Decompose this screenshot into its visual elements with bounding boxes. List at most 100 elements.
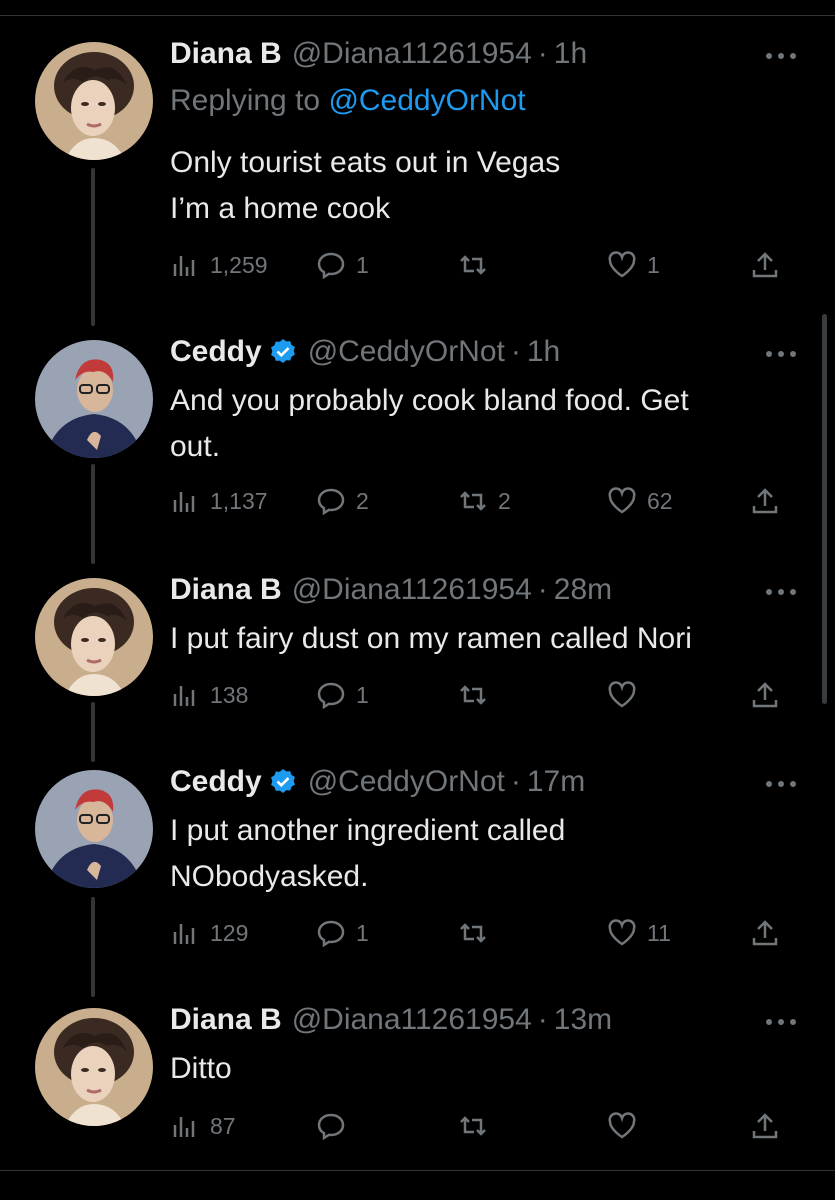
reply-count: 1: [356, 681, 369, 708]
like-button[interactable]: [607, 675, 647, 715]
author-name[interactable]: Ceddy: [170, 765, 262, 799]
verified-badge-icon: [270, 769, 295, 793]
retweet-button[interactable]: [458, 913, 498, 953]
retweet-icon: [460, 255, 486, 275]
like-count: 62: [647, 487, 673, 514]
more-icon[interactable]: [763, 348, 799, 360]
views-button[interactable]: 87: [170, 1106, 236, 1146]
action-bar: 1,137 2 2 62: [170, 481, 790, 521]
like-button[interactable]: 11: [607, 913, 671, 953]
views-icon: [173, 492, 195, 512]
share-icon: [752, 488, 778, 514]
tweet-text: I put fairy dust on my ramen called Nori: [170, 622, 692, 655]
tweet-text: And you probably cook bland food. Get ou…: [170, 384, 689, 463]
reply-button[interactable]: 2: [316, 481, 369, 521]
author-handle[interactable]: @Diana11261954: [292, 37, 532, 71]
tweet-header: Ceddy @CeddyOrNot · 1h: [170, 335, 560, 369]
reply-icon: [317, 252, 345, 280]
diana-avatar[interactable]: [35, 1008, 153, 1126]
replying-to: Replying to @CeddyOrNot: [170, 84, 526, 118]
top-divider: [0, 15, 835, 16]
like-button[interactable]: 62: [607, 481, 673, 521]
timestamp[interactable]: 13m: [554, 1003, 612, 1037]
ceddy-avatar[interactable]: [35, 340, 153, 458]
retweet-button[interactable]: 2: [458, 481, 511, 521]
bottom-divider: [0, 1170, 835, 1171]
thread-connector: [91, 168, 95, 326]
share-button[interactable]: [750, 245, 780, 285]
views-button[interactable]: 138: [170, 675, 248, 715]
reply-button[interactable]: 1: [316, 913, 369, 953]
retweet-count: 2: [498, 487, 511, 514]
reply-button[interactable]: [316, 1106, 356, 1146]
author-handle[interactable]: @Diana11261954: [292, 573, 532, 607]
tweet-header: Diana B @Diana11261954 · 28m: [170, 573, 612, 607]
like-button[interactable]: 1: [607, 245, 660, 285]
like-icon: [608, 919, 636, 946]
author-handle[interactable]: @CeddyOrNot: [308, 765, 505, 799]
author-name[interactable]: Diana B: [170, 37, 282, 71]
author-name[interactable]: Diana B: [170, 573, 282, 607]
retweet-button[interactable]: [458, 675, 498, 715]
reply-count: 1: [356, 919, 369, 946]
action-bar: 129 1 11: [170, 913, 790, 953]
views-icon: [173, 686, 195, 706]
diana-avatar[interactable]: [35, 42, 153, 160]
views-count: 1,259: [210, 251, 268, 278]
retweet-icon: [460, 491, 486, 511]
author-name[interactable]: Diana B: [170, 1003, 282, 1037]
author-handle[interactable]: @Diana11261954: [292, 1003, 532, 1037]
reply-icon: [317, 1113, 345, 1141]
retweet-button[interactable]: [458, 245, 498, 285]
scrollbar[interactable]: [822, 314, 827, 704]
share-icon: [752, 682, 778, 708]
share-button[interactable]: [750, 1106, 780, 1146]
views-button[interactable]: 129: [170, 913, 248, 953]
more-icon[interactable]: [763, 586, 799, 598]
reply-button[interactable]: 1: [316, 245, 369, 285]
action-bar: 87: [170, 1106, 790, 1146]
share-icon: [752, 252, 778, 278]
timestamp[interactable]: 1h: [527, 335, 560, 369]
timestamp[interactable]: 17m: [527, 765, 585, 799]
timestamp[interactable]: 1h: [554, 37, 587, 71]
share-button[interactable]: [750, 675, 780, 715]
separator-dot: ·: [510, 335, 521, 368]
like-icon: [608, 681, 636, 708]
timestamp[interactable]: 28m: [554, 573, 612, 607]
retweet-icon: [460, 1116, 486, 1136]
separator-dot: ·: [537, 1003, 548, 1036]
author-handle[interactable]: @CeddyOrNot: [308, 335, 505, 369]
more-icon[interactable]: [763, 778, 799, 790]
more-icon[interactable]: [763, 50, 799, 62]
thread-connector: [91, 702, 95, 762]
thread-connector: [91, 897, 95, 997]
share-button[interactable]: [750, 913, 780, 953]
reply-button[interactable]: 1: [316, 675, 369, 715]
more-icon[interactable]: [763, 1016, 799, 1028]
thread-connector: [91, 464, 95, 564]
reply-icon: [317, 920, 345, 948]
like-button[interactable]: [607, 1106, 647, 1146]
retweet-icon: [460, 685, 486, 705]
reply-icon: [317, 488, 345, 516]
replying-prefix: Replying to: [170, 84, 329, 117]
replying-mention-link[interactable]: @CeddyOrNot: [328, 84, 525, 117]
retweet-button[interactable]: [458, 1106, 498, 1146]
tweet-header: Diana B @Diana11261954 · 13m: [170, 1003, 612, 1037]
separator-dot: ·: [537, 573, 548, 606]
tweet-text: Only tourist eats out in Vegas I’m a hom…: [170, 146, 561, 225]
retweet-icon: [460, 923, 486, 943]
action-bar: 138 1: [170, 675, 790, 715]
share-button[interactable]: [750, 481, 780, 521]
author-name[interactable]: Ceddy: [170, 335, 262, 369]
diana-avatar[interactable]: [35, 578, 153, 696]
views-button[interactable]: 1,137: [170, 481, 268, 521]
like-icon: [608, 487, 636, 514]
tweet-header: Diana B @Diana11261954 · 1h: [170, 37, 587, 71]
like-icon: [608, 251, 636, 278]
views-button[interactable]: 1,259: [170, 245, 268, 285]
ceddy-avatar[interactable]: [35, 770, 153, 888]
tweet-header: Ceddy @CeddyOrNot · 17m: [170, 765, 585, 799]
like-count: 11: [647, 919, 671, 946]
